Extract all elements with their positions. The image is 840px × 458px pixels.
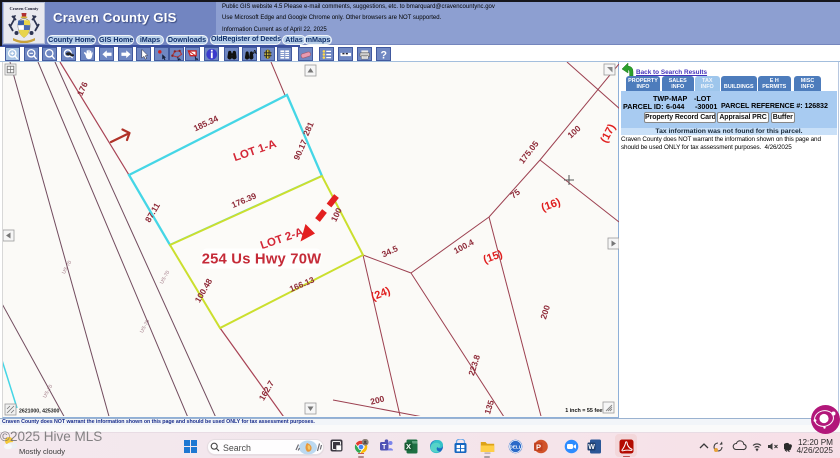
svg-text:100.4: 100.4	[452, 237, 476, 256]
svg-text:176: 176	[75, 80, 90, 97]
svg-text:DELL: DELL	[510, 444, 522, 449]
svg-text:US-70: US-70	[61, 260, 73, 275]
svg-text:200: 200	[538, 304, 552, 321]
svg-text:P: P	[536, 442, 541, 451]
svg-text:US-70: US-70	[42, 384, 54, 399]
svg-text:US-70: US-70	[159, 270, 171, 285]
svg-text:Craven County: Craven County	[10, 6, 40, 11]
svg-text:X: X	[405, 442, 410, 451]
svg-text:T: T	[382, 443, 387, 450]
svg-text:A: A	[253, 50, 257, 56]
svg-text:200: 200	[369, 393, 385, 406]
svg-text:?: ?	[380, 50, 386, 61]
svg-text:162.7: 162.7	[257, 379, 276, 403]
svg-text:254 Us Hwy 70W: 254 Us Hwy 70W	[202, 252, 322, 268]
svg-text:75: 75	[508, 187, 522, 201]
svg-text:W: W	[588, 444, 595, 451]
svg-text:281: 281	[301, 120, 316, 137]
svg-text:(24): (24)	[370, 285, 393, 304]
svg-text:175.05: 175.05	[517, 139, 541, 166]
svg-text:1 inch = 55 feet: 1 inch = 55 feet	[565, 408, 604, 414]
svg-text:(17): (17)	[598, 122, 618, 145]
svg-text:34.5: 34.5	[380, 243, 399, 259]
svg-text:(16): (16)	[540, 196, 563, 214]
svg-text:2621000, 425300: 2621000, 425300	[19, 409, 60, 415]
svg-text:223.8: 223.8	[466, 353, 482, 377]
